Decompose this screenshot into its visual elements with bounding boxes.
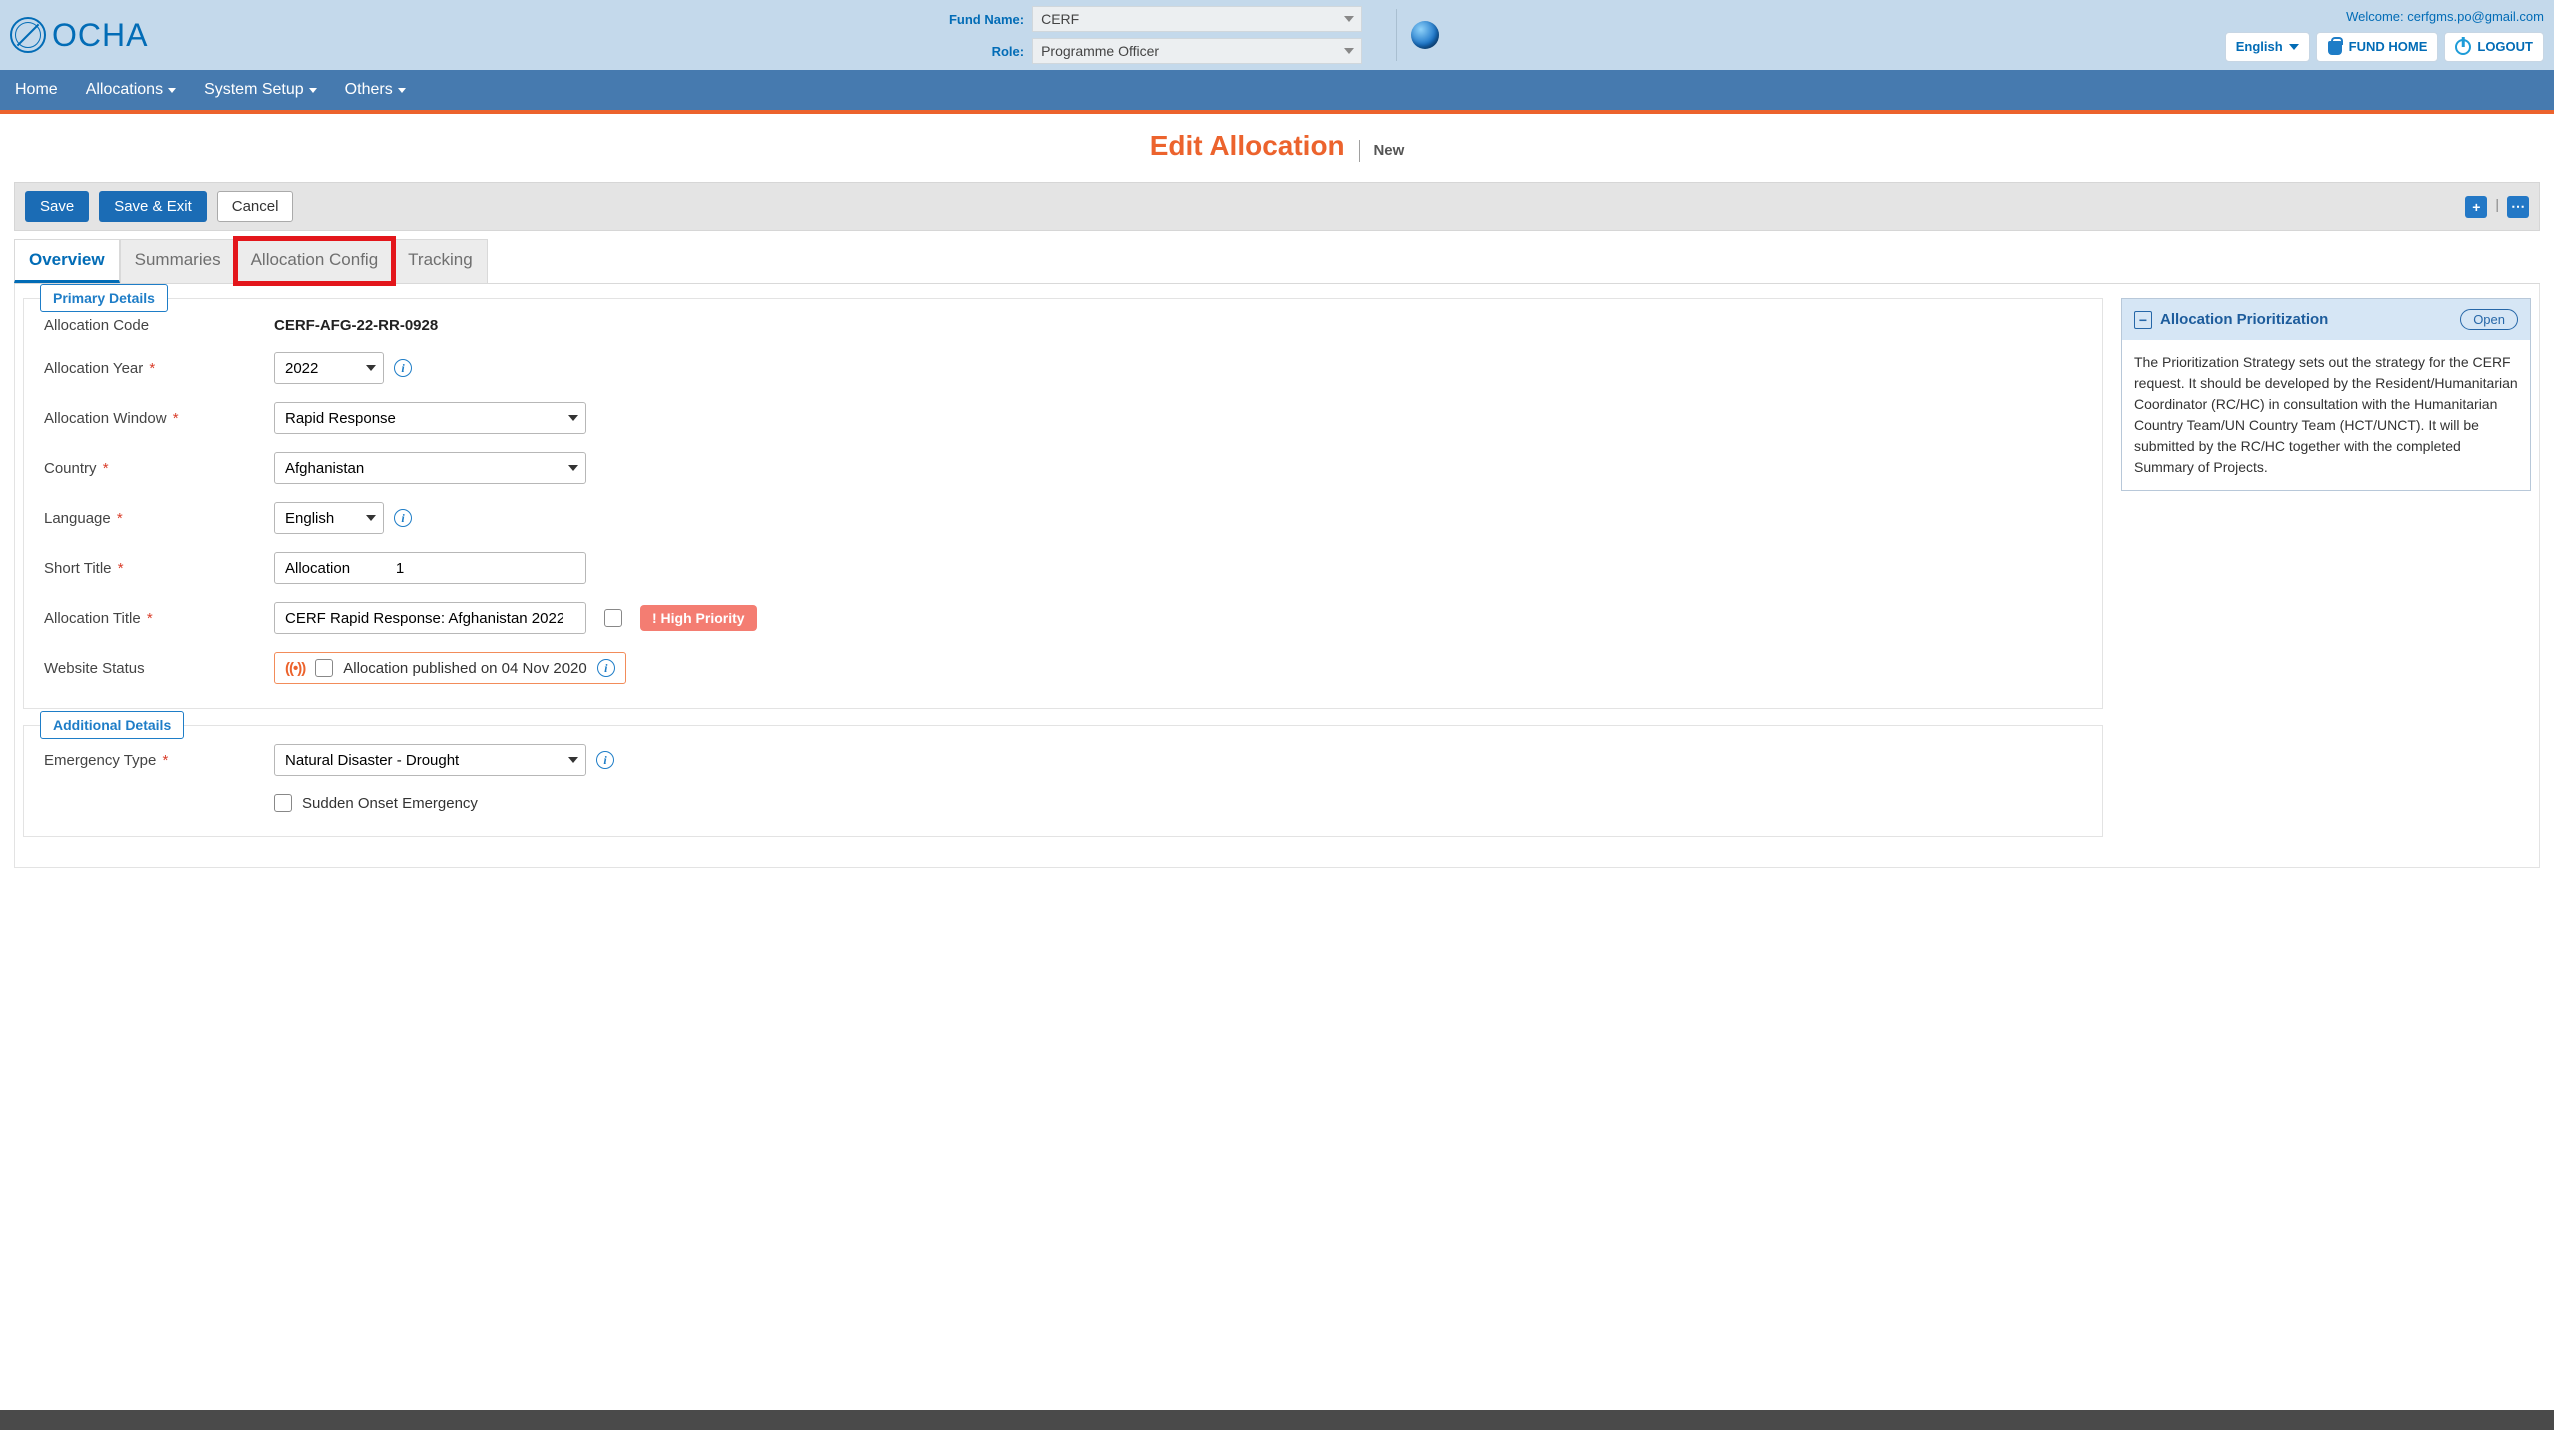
allocation-year-label: Allocation Year <box>44 360 143 377</box>
tab-overview[interactable]: Overview <box>14 239 120 283</box>
nav-others[interactable]: Others <box>345 81 406 99</box>
country-label: Country <box>44 460 97 477</box>
nav-home-label: Home <box>15 81 58 99</box>
open-button[interactable]: Open <box>2460 309 2518 330</box>
header-selects: Fund Name: Role: <box>934 6 1362 64</box>
required-icon: * <box>162 752 168 769</box>
power-icon <box>2455 39 2471 55</box>
website-status-checkbox[interactable] <box>315 659 333 677</box>
nav-others-label: Others <box>345 81 393 99</box>
required-icon: * <box>117 510 123 527</box>
role-label: Role: <box>934 44 1024 59</box>
emergency-type-label: Emergency Type <box>44 752 156 769</box>
allocation-code-label: Allocation Code <box>44 317 274 334</box>
language-button-label: English <box>2236 39 2283 54</box>
prioritization-body: The Prioritization Strategy sets out the… <box>2122 340 2530 490</box>
save-button[interactable]: Save <box>25 191 89 222</box>
fund-name-label: Fund Name: <box>934 12 1024 27</box>
fund-name-select[interactable] <box>1032 6 1362 32</box>
form-area: Primary Details Allocation Code CERF-AFG… <box>14 284 2540 868</box>
prioritization-title: Allocation Prioritization <box>2160 311 2452 328</box>
website-status-box: ((•)) Allocation published on 04 Nov 202… <box>274 652 626 684</box>
required-icon: * <box>149 360 155 377</box>
top-header: OCHA Fund Name: Role: Welcome: cerfgms.p… <box>0 0 2554 70</box>
add-icon-button[interactable]: + <box>2465 196 2487 218</box>
tab-summaries[interactable]: Summaries <box>120 239 236 283</box>
allocation-code-value: CERF-AFG-22-RR-0928 <box>274 317 438 334</box>
comment-icon-button[interactable]: ⋯ <box>2507 196 2529 218</box>
broadcast-icon: ((•)) <box>285 660 305 677</box>
collapse-icon[interactable]: − <box>2134 311 2152 329</box>
nav-allocations[interactable]: Allocations <box>86 81 176 99</box>
chevron-down-icon <box>309 88 317 93</box>
short-title-input[interactable] <box>274 552 586 584</box>
fund-home-button[interactable]: FUND HOME <box>2316 32 2439 62</box>
prioritization-panel: − Allocation Prioritization Open The Pri… <box>2121 298 2531 491</box>
toolbar-separator: | <box>2495 196 2499 218</box>
brand: OCHA <box>10 17 148 54</box>
language-button[interactable]: English <box>2225 32 2310 62</box>
info-icon[interactable]: i <box>596 751 614 769</box>
sudden-onset-checkbox[interactable] <box>274 794 292 812</box>
allocation-title-input[interactable] <box>274 602 586 634</box>
un-emblem-icon <box>10 17 46 53</box>
fund-home-label: FUND HOME <box>2349 39 2428 54</box>
bag-icon <box>2327 39 2343 55</box>
info-icon[interactable]: i <box>394 359 412 377</box>
page-title: Edit Allocation <box>1150 130 1345 162</box>
high-priority-checkbox[interactable] <box>604 609 622 627</box>
title-divider <box>1359 140 1360 162</box>
allocation-year-select[interactable] <box>274 352 384 384</box>
nav-system-setup-label: System Setup <box>204 81 304 99</box>
save-exit-button[interactable]: Save & Exit <box>99 191 207 222</box>
main-navbar: Home Allocations System Setup Others <box>0 70 2554 110</box>
high-priority-badge: ! High Priority <box>640 605 757 631</box>
footer-bar <box>0 1410 2554 1430</box>
globe-icon[interactable] <box>1411 21 1439 49</box>
prioritization-header: − Allocation Prioritization Open <box>2122 299 2530 340</box>
info-icon[interactable]: i <box>394 509 412 527</box>
tab-tracking[interactable]: Tracking <box>393 239 488 283</box>
role-select[interactable] <box>1032 38 1362 64</box>
nav-home[interactable]: Home <box>15 81 58 99</box>
action-toolbar: Save Save & Exit Cancel + | ⋯ <box>14 182 2540 231</box>
allocation-window-label: Allocation Window <box>44 410 167 427</box>
additional-details-fieldset: Additional Details Emergency Type * i Su… <box>23 725 2103 837</box>
required-icon: * <box>118 560 124 577</box>
language-select[interactable] <box>274 502 384 534</box>
header-divider <box>1396 9 1397 61</box>
nav-system-setup[interactable]: System Setup <box>204 81 317 99</box>
emergency-type-select[interactable] <box>274 744 586 776</box>
additional-details-legend: Additional Details <box>40 711 184 739</box>
short-title-label: Short Title <box>44 560 112 577</box>
chevron-down-icon <box>398 88 406 93</box>
logout-button[interactable]: LOGOUT <box>2444 32 2544 62</box>
primary-details-legend: Primary Details <box>40 284 168 312</box>
sudden-onset-label: Sudden Onset Emergency <box>302 795 478 812</box>
website-status-label: Website Status <box>44 660 274 677</box>
tabs: Overview Summaries Allocation Config Tra… <box>14 239 2540 284</box>
chevron-down-icon <box>168 88 176 93</box>
tab-allocation-config[interactable]: Allocation Config <box>236 239 394 283</box>
allocation-title-label: Allocation Title <box>44 610 141 627</box>
required-icon: * <box>147 610 153 627</box>
required-icon: * <box>173 410 179 427</box>
nav-allocations-label: Allocations <box>86 81 163 99</box>
info-icon[interactable]: i <box>597 659 615 677</box>
welcome-text: Welcome: cerfgms.po@gmail.com <box>2346 9 2544 24</box>
brand-text: OCHA <box>52 17 148 54</box>
required-icon: * <box>103 460 109 477</box>
primary-details-fieldset: Primary Details Allocation Code CERF-AFG… <box>23 298 2103 709</box>
cancel-button[interactable]: Cancel <box>217 191 294 222</box>
language-label: Language <box>44 510 111 527</box>
chevron-down-icon <box>2289 44 2299 50</box>
website-status-text: Allocation published on 04 Nov 2020 <box>343 660 587 677</box>
page-title-row: Edit Allocation New <box>0 114 2554 182</box>
country-select[interactable] <box>274 452 586 484</box>
page-status: New <box>1373 142 1404 159</box>
logout-label: LOGOUT <box>2477 39 2533 54</box>
allocation-window-select[interactable] <box>274 402 586 434</box>
